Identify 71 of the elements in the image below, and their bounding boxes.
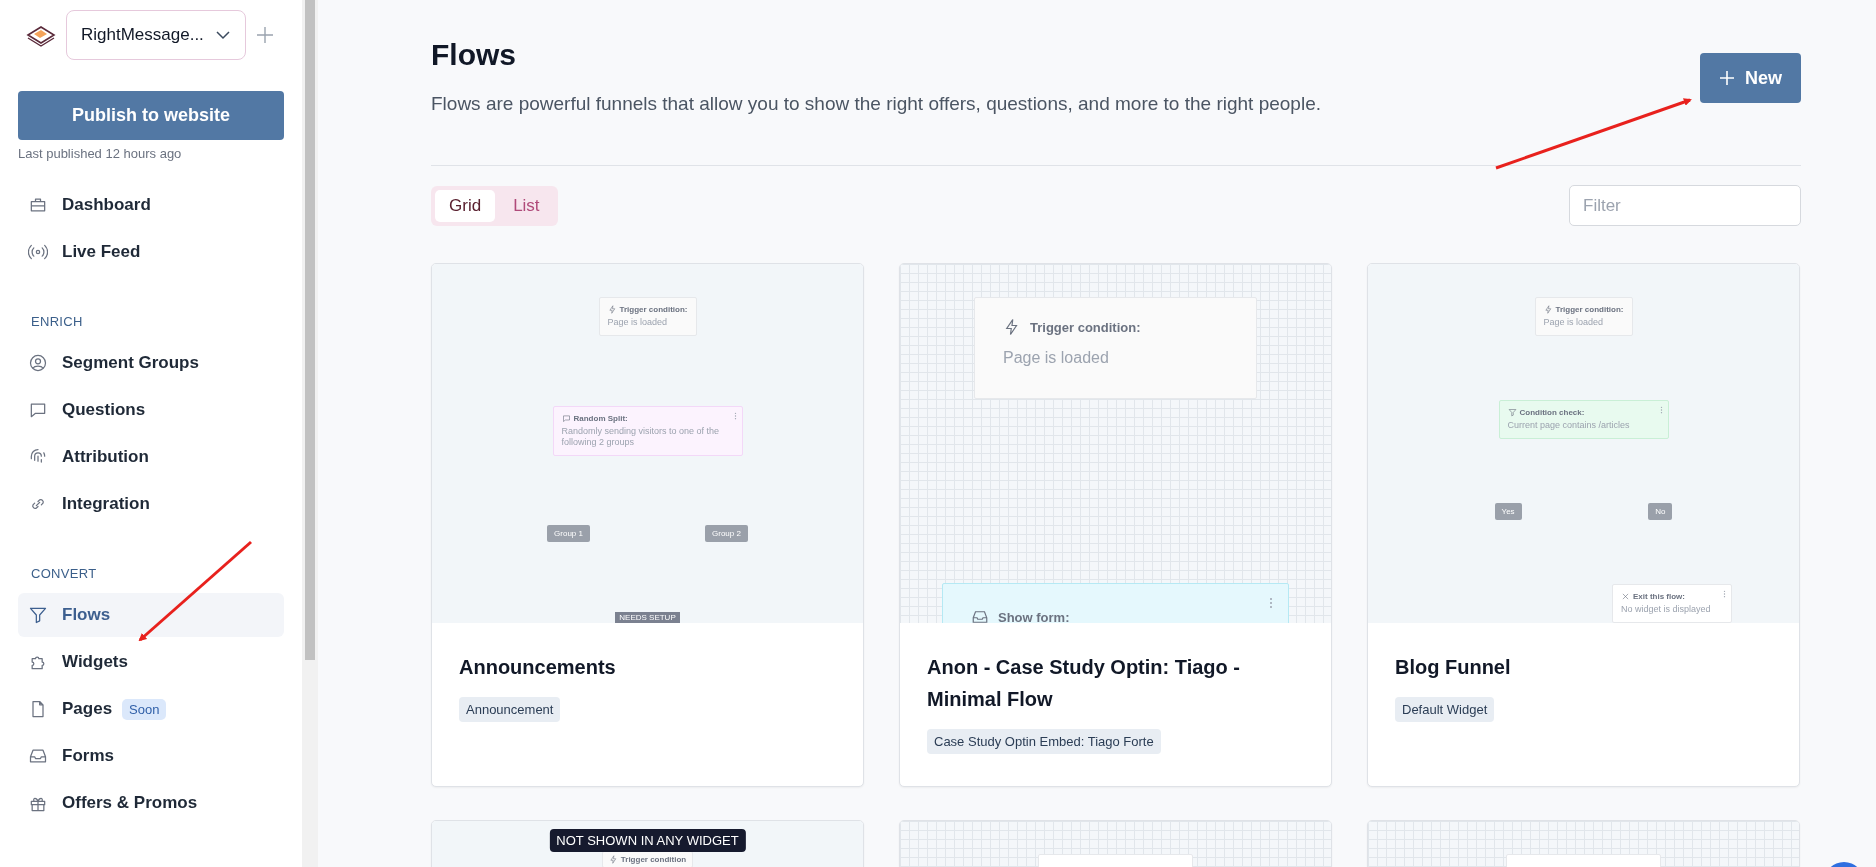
node-icon [607,305,617,314]
nav-item[interactable]: Widgets [18,640,284,684]
widget-tag: Case Study Optin Embed: Tiago Forte [927,729,1161,754]
group-node: No [1648,503,1673,520]
card-title: Blog Funnel [1395,655,1512,680]
soon-badge: Soon [122,698,167,720]
nav-item[interactable]: Attribution [18,435,284,479]
nav-item[interactable]: Offers & Promos [18,781,284,825]
last-published-text: Last published 12 hours ago [18,146,183,161]
section-heading: ENRICH [30,313,84,331]
nav-item[interactable]: Flows [18,593,284,637]
nav-item[interactable]: Pages Soon [18,687,284,731]
node-title: Trigger condition: [1555,305,1624,314]
widget-tag: Default Widget [1395,697,1495,722]
node-title: Trigger condition [620,855,687,864]
widget-tag: Announcement [459,697,561,722]
flow-card[interactable]: Trigger condition: Page is loaded Condition check: Current page contains /articles Yes No Exit this flow: No widget is displayed Blog Funnel Default Widget [1367,263,1800,787]
plus-icon [1719,70,1735,86]
node-title: Exit this flow: [1633,592,1685,601]
more-icon [1659,406,1663,414]
node-icon [561,413,571,423]
nav-item[interactable]: Dashboard [18,183,284,227]
section-heading: CONVERT [30,565,98,583]
group-node: Group 1 [547,525,590,543]
node-text: Page is loaded [1543,317,1605,328]
nav-item[interactable]: Questions [18,388,284,432]
more-icon [733,411,737,420]
node-text: Page is loaded [607,317,669,328]
flow-card[interactable]: Trigger condition: Page is loaded Show form: Anon - Case Study Optin: Tiago - Minimal Flow Case Study Optin Embed: Tiago Forte [899,263,1332,787]
view-tab[interactable]: Grid [435,189,496,222]
more-icon [1269,596,1273,610]
node-icon [971,608,989,623]
new-button[interactable]: New [1700,53,1801,103]
account-dropdown[interactable]: RightMessage... [66,10,246,60]
node-icon [1543,305,1553,314]
scrollbar-thumb[interactable] [305,0,315,660]
flow-card[interactable]: Trigger condition: Page is loaded Random Split: Randomly sending visitors to one of the following 2 groups Group 1 Group 2 NEEDS SETUP Announcements Announcement [431,263,864,787]
card-title: Announcements [459,655,617,680]
page-title: Flows [431,37,517,73]
node-icon [1621,592,1630,601]
node-text: No widget is displayed [1621,604,1712,615]
nav-item[interactable]: Forms [18,734,284,778]
nav-icon [28,242,48,262]
scrollbar[interactable] [302,0,318,867]
group-node: Group 2 [705,525,748,543]
card-title: Anon - Case Study Optin: Tiago - Minimal Flow [927,655,1241,712]
node-icon [1507,408,1517,417]
add-icon[interactable] [256,26,274,44]
notice-label: NOT SHOWN IN ANY WIDGET [549,829,746,852]
node-text: Page is loaded [1003,348,1110,368]
node-title: Trigger condition: [1030,319,1141,335]
view-tab[interactable]: List [499,189,554,222]
filter-field[interactable]: Filter [1569,185,1801,226]
node-text: Current page contains /articles [1507,420,1631,431]
nav-item[interactable]: Segment Groups [18,341,284,385]
node-title: Random Split: [573,413,628,423]
page-description: Flows are powerful funnels that allow you to show the right offers, questions, and more to the right people. [431,92,1321,116]
nav-icon [28,605,48,625]
nav-item[interactable]: Live Feed [18,230,284,274]
publish-button[interactable]: Publish to website [18,91,284,140]
node-title: Trigger condition: [619,305,688,314]
node-icon [608,855,618,864]
logo-icon [26,23,56,47]
node-title: Condition check: [1519,408,1585,417]
node-title: Show form: [998,609,1070,623]
more-icon [1723,590,1726,598]
node-text: Randomly sending visitors to one of the following 2 groups [561,425,721,448]
group-node: Yes [1494,503,1522,520]
nav-item[interactable]: Integration [18,482,284,526]
status-badge: NEEDS SETUP [615,611,680,623]
nav-icon [28,353,48,373]
